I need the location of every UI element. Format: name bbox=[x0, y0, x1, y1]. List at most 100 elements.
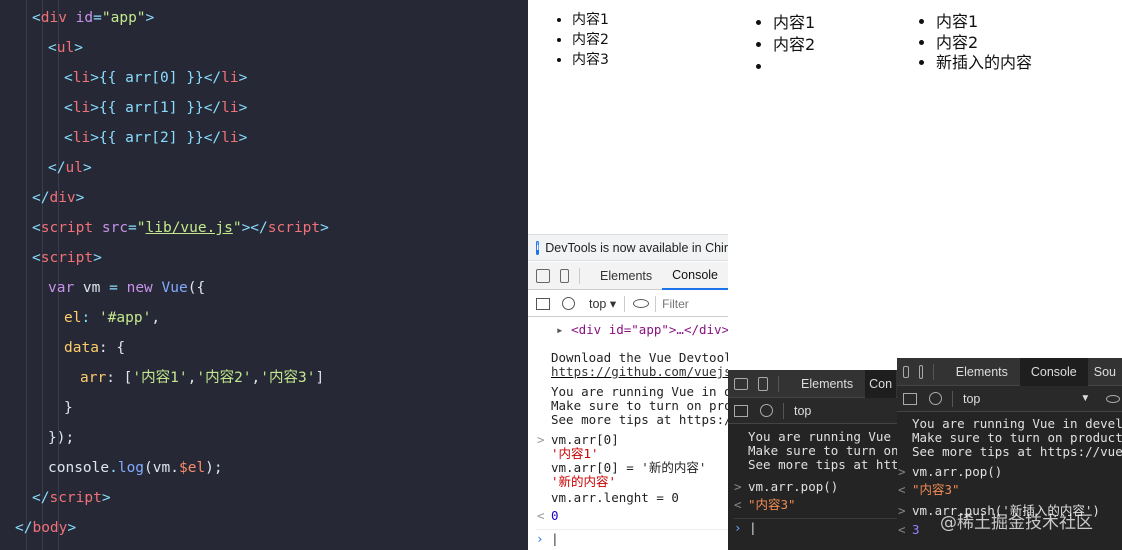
device-toggle-icon[interactable] bbox=[918, 364, 924, 379]
indent-guide bbox=[42, 0, 43, 550]
tab-console[interactable]: Console bbox=[662, 262, 728, 290]
sidebar-toggle-icon[interactable] bbox=[536, 297, 550, 310]
tab-elements[interactable]: Elements bbox=[590, 262, 662, 290]
list-item: 内容2 bbox=[936, 33, 1032, 54]
list-item: 内容3 bbox=[572, 50, 609, 70]
context-select[interactable]: top bbox=[963, 392, 980, 406]
tab-sources[interactable]: Sou bbox=[1088, 365, 1122, 379]
code-line: } bbox=[64, 400, 73, 416]
console-line: Make sure to turn on prod bbox=[551, 398, 728, 413]
console-line[interactable]: https://github.com/vuejs/ bbox=[551, 365, 728, 379]
code-line: </script> bbox=[32, 490, 111, 506]
code-line: </body> bbox=[15, 520, 77, 536]
console-line: < "内容3" bbox=[898, 482, 960, 497]
console-line: vm.arr[0] = '新的内容' bbox=[551, 460, 707, 475]
console-line: You are running Vue in bbox=[748, 429, 898, 444]
code-line: console.log(vm.$el); bbox=[48, 460, 223, 476]
watermark: @稀土掘金技术社区 bbox=[940, 513, 1093, 533]
list-item: 内容2 bbox=[773, 34, 815, 56]
code-line: <script src="lib/vue.js"></script> bbox=[32, 220, 329, 236]
eye-icon[interactable] bbox=[633, 299, 650, 308]
console-toolbar: top bbox=[728, 398, 898, 424]
console-line: > vm.arr[0] bbox=[537, 432, 619, 447]
rendered-list-after-push: 内容1内容2新插入的内容 bbox=[918, 12, 1032, 74]
console-prompt[interactable]: › | bbox=[734, 518, 898, 535]
code-line: </div> bbox=[32, 190, 85, 206]
device-toggle-icon[interactable] bbox=[560, 268, 570, 283]
console-line: Make sure to turn on p bbox=[748, 443, 898, 458]
console-line: > vm.arr.pop() bbox=[734, 479, 839, 494]
context-select[interactable]: top bbox=[794, 404, 811, 418]
console-line: vm.arr.lenght = 0 bbox=[551, 490, 679, 505]
divider bbox=[579, 267, 581, 284]
console-line: See more tips at https:// bbox=[551, 412, 728, 427]
sidebar-toggle-icon[interactable] bbox=[903, 392, 917, 405]
devtools-tabbar: Elements Console bbox=[528, 262, 728, 290]
code-line: </ul> bbox=[48, 160, 92, 176]
context-select[interactable]: top ▾ bbox=[589, 296, 616, 311]
sidebar-toggle-icon[interactable] bbox=[734, 404, 748, 417]
code-editor[interactable]: <div id="app"> <ul> <li>{{ arr[0] }}</li> <… bbox=[0, 0, 528, 550]
element-node[interactable]: ▸ <div id="app">…</div> bbox=[556, 323, 728, 337]
console-line: Download the Vue Devtools bbox=[551, 350, 728, 365]
clear-console-icon[interactable] bbox=[929, 392, 942, 405]
code-line: <div id="app"> bbox=[32, 10, 155, 26]
console-line: <0 bbox=[537, 508, 559, 523]
list-item: 内容1 bbox=[773, 12, 815, 34]
code-line: <li>{{ arr[0] }}</li> bbox=[64, 70, 248, 86]
inspect-element-icon[interactable] bbox=[903, 365, 909, 378]
list-item bbox=[773, 56, 815, 78]
divider bbox=[655, 295, 657, 312]
tab-elements[interactable]: Elements bbox=[789, 377, 865, 391]
inspect-element-icon[interactable] bbox=[536, 268, 551, 283]
list-item: 内容1 bbox=[936, 12, 1032, 33]
divider bbox=[952, 390, 953, 407]
tab-console[interactable]: Con bbox=[865, 370, 897, 398]
devtools-panel-2: Elements Con top You are running Vue in M… bbox=[728, 370, 898, 550]
indent-guide bbox=[26, 0, 27, 550]
clear-console-icon[interactable] bbox=[760, 404, 773, 417]
code-line: <li>{{ arr[2] }}</li> bbox=[64, 130, 248, 146]
console-line: > vm.arr.pop() bbox=[898, 464, 1003, 479]
code-line: }); bbox=[48, 430, 75, 446]
code-line: <ul> bbox=[48, 40, 83, 56]
console-line: Make sure to turn on production m bbox=[912, 430, 1122, 445]
code-line: <script> bbox=[32, 250, 102, 266]
list-item: 内容1 bbox=[572, 10, 609, 30]
console-line: You are running Vue in de bbox=[551, 384, 728, 399]
tab-console[interactable]: Console bbox=[1019, 358, 1088, 386]
eye-icon[interactable] bbox=[1106, 394, 1121, 403]
divider bbox=[778, 375, 779, 392]
code-line: var vm = new Vue({ bbox=[48, 280, 206, 296]
divider bbox=[783, 402, 784, 419]
clear-console-icon[interactable] bbox=[562, 297, 575, 310]
rendered-list-initial: 内容1内容2内容3 bbox=[554, 10, 609, 70]
console-line: '内容1' bbox=[551, 446, 599, 461]
console-line: You are running Vue in developme bbox=[912, 416, 1122, 431]
console-line: '新的内容' bbox=[551, 474, 617, 489]
devtools-tabbar: Elements Console Sou bbox=[897, 358, 1122, 386]
console-line: See more tips at https://vuejs.or bbox=[912, 444, 1122, 459]
list-item: 新插入的内容 bbox=[936, 53, 1032, 74]
rendered-list-after-length: 内容1内容2 bbox=[755, 12, 815, 78]
console-prompt[interactable]: › | bbox=[536, 529, 728, 546]
console-line: < "内容3" bbox=[734, 497, 796, 512]
devtools-tabbar: Elements Con bbox=[728, 370, 898, 398]
info-icon: i bbox=[536, 240, 540, 255]
context-dropdown-icon[interactable]: ▼ bbox=[1080, 393, 1090, 404]
code-line: data: { bbox=[64, 340, 126, 356]
banner-text: DevTools is now available in Chir bbox=[545, 240, 728, 255]
console-toolbar: top ▾ bbox=[528, 291, 728, 317]
code-line: <li>{{ arr[1] }}</li> bbox=[64, 100, 248, 116]
tab-elements[interactable]: Elements bbox=[944, 365, 1020, 379]
inspect-element-icon[interactable] bbox=[734, 377, 748, 390]
context-label: top bbox=[589, 297, 607, 311]
divider bbox=[624, 295, 626, 312]
devtools-panel-1: i DevTools is now available in Chir Elem… bbox=[528, 234, 728, 550]
code-line: arr: ['内容1','内容2','内容3'] bbox=[80, 370, 325, 386]
console-line: See more tips at https bbox=[748, 457, 898, 472]
console-toolbar: top ▼ bbox=[897, 386, 1122, 412]
device-toggle-icon[interactable] bbox=[758, 376, 768, 391]
filter-input[interactable] bbox=[662, 296, 707, 311]
code-line: el: '#app', bbox=[64, 310, 161, 326]
